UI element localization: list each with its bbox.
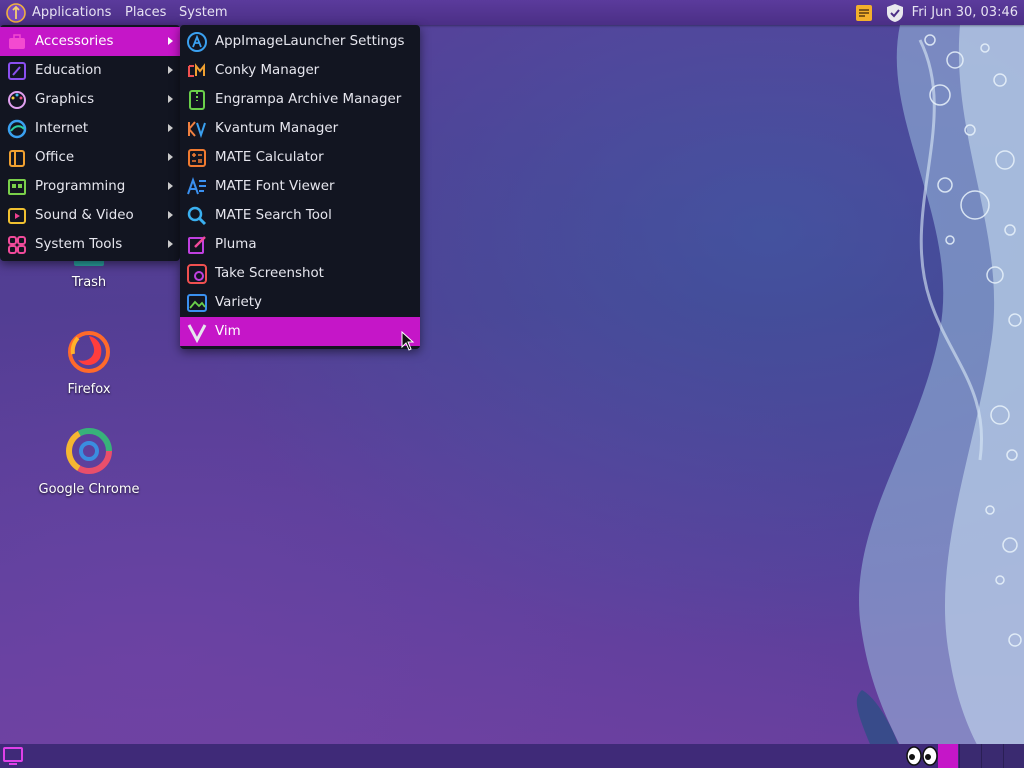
submenu-arrow-icon bbox=[168, 182, 173, 190]
menu-item-mate-search-tool[interactable]: MATE Search Tool bbox=[180, 201, 420, 230]
menu-category-education[interactable]: Education bbox=[0, 56, 180, 85]
firefox-icon bbox=[68, 331, 110, 373]
conky-icon bbox=[186, 60, 208, 82]
menu-category-label: Internet bbox=[35, 121, 89, 136]
menu-category-label: Programming bbox=[35, 179, 126, 194]
menu-category-label: Education bbox=[35, 63, 102, 78]
menu-item-mate-font-viewer[interactable]: MATE Font Viewer bbox=[180, 172, 420, 201]
variety-icon bbox=[186, 292, 208, 314]
submenu-arrow-icon bbox=[168, 211, 173, 219]
eyes-applet-icon[interactable] bbox=[905, 746, 939, 766]
menu-category-accessories[interactable]: Accessories bbox=[0, 27, 180, 56]
sound-video-icon bbox=[6, 205, 28, 227]
screenshot-icon bbox=[186, 263, 208, 285]
menu-item-label: Pluma bbox=[215, 237, 257, 252]
menu-item-label: MATE Font Viewer bbox=[215, 179, 335, 194]
menu-category-office[interactable]: Office bbox=[0, 143, 180, 172]
menu-category-label: Office bbox=[35, 150, 75, 165]
desktop-icon-label: Google Chrome bbox=[38, 482, 140, 497]
graphics-icon bbox=[6, 89, 28, 111]
menu-item-appimagelauncher-settings[interactable]: AppImageLauncher Settings bbox=[180, 27, 420, 56]
workspace-2[interactable] bbox=[959, 744, 981, 768]
menu-item-label: MATE Search Tool bbox=[215, 208, 332, 223]
show-desktop-icon[interactable] bbox=[3, 747, 23, 765]
system-tray: Fri Jun 30, 03:46 bbox=[854, 0, 1024, 25]
menu-item-label: Conky Manager bbox=[215, 63, 320, 78]
accessories-submenu: AppImageLauncher Settings Conky Manager … bbox=[180, 25, 420, 349]
menu-category-programming[interactable]: Programming bbox=[0, 172, 180, 201]
menu-item-vim[interactable]: Vim bbox=[180, 317, 420, 346]
security-shield-icon[interactable] bbox=[886, 3, 904, 23]
menu-item-label: Variety bbox=[215, 295, 262, 310]
menu-item-label: Kvantum Manager bbox=[215, 121, 339, 136]
font-viewer-icon bbox=[186, 176, 208, 198]
appimagelauncher-icon bbox=[186, 31, 208, 53]
menu-category-internet[interactable]: Internet bbox=[0, 114, 180, 143]
menu-item-label: Take Screenshot bbox=[215, 266, 324, 281]
submenu-arrow-icon bbox=[168, 66, 173, 74]
menu-item-label: AppImageLauncher Settings bbox=[215, 34, 405, 49]
submenu-arrow-icon bbox=[168, 124, 173, 132]
internet-icon bbox=[6, 118, 28, 140]
clock[interactable]: Fri Jun 30, 03:46 bbox=[912, 5, 1018, 20]
chrome-icon bbox=[66, 428, 112, 474]
menu-item-take-screenshot[interactable]: Take Screenshot bbox=[180, 259, 420, 288]
accessories-icon bbox=[6, 31, 28, 53]
applications-logo-icon bbox=[6, 2, 26, 23]
menu-category-label: Accessories bbox=[35, 34, 114, 49]
bottom-panel bbox=[0, 744, 1024, 768]
menu-item-mate-calculator[interactable]: MATE Calculator bbox=[180, 143, 420, 172]
menu-item-label: Vim bbox=[215, 324, 241, 339]
menu-category-label: Graphics bbox=[35, 92, 95, 107]
menu-item-label: Engrampa Archive Manager bbox=[215, 92, 402, 107]
programming-icon bbox=[6, 176, 28, 198]
office-icon bbox=[6, 147, 28, 169]
applications-menu-button[interactable]: Applications bbox=[6, 0, 111, 25]
workspace-3[interactable] bbox=[981, 744, 1003, 768]
menu-item-engrampa-archive-manager[interactable]: Engrampa Archive Manager bbox=[180, 85, 420, 114]
menu-item-variety[interactable]: Variety bbox=[180, 288, 420, 317]
menu-category-graphics[interactable]: Graphics bbox=[0, 85, 180, 114]
kvantum-icon bbox=[186, 118, 208, 140]
applications-category-menu: Accessories Education Graphics Internet … bbox=[0, 25, 180, 261]
vim-icon bbox=[186, 321, 208, 343]
menu-category-label: System Tools bbox=[35, 237, 123, 252]
calculator-icon bbox=[186, 147, 208, 169]
desktop-icon-chrome[interactable]: Google Chrome bbox=[34, 426, 144, 497]
menu-item-pluma[interactable]: Pluma bbox=[180, 230, 420, 259]
search-icon bbox=[186, 205, 208, 227]
submenu-arrow-icon bbox=[168, 240, 173, 248]
submenu-arrow-icon bbox=[168, 95, 173, 103]
system-tools-icon bbox=[6, 234, 28, 256]
workspace-4[interactable] bbox=[1003, 744, 1024, 768]
desktop-icon-label: Firefox bbox=[67, 382, 111, 397]
education-icon bbox=[6, 60, 28, 82]
desktop-icon-firefox[interactable]: Firefox bbox=[34, 326, 144, 397]
applications-label: Applications bbox=[32, 5, 112, 20]
menu-item-label: MATE Calculator bbox=[215, 150, 324, 165]
notes-icon[interactable] bbox=[854, 3, 874, 23]
pluma-icon bbox=[186, 234, 208, 256]
submenu-arrow-icon bbox=[168, 153, 173, 161]
top-panel: Applications Places System Fri Jun 30, 0… bbox=[0, 0, 1024, 25]
places-menu-button[interactable]: Places bbox=[125, 0, 166, 25]
menu-item-kvantum-manager[interactable]: Kvantum Manager bbox=[180, 114, 420, 143]
submenu-arrow-icon bbox=[168, 37, 173, 45]
menu-category-sound-video[interactable]: Sound & Video bbox=[0, 201, 180, 230]
system-menu-button[interactable]: System bbox=[179, 0, 227, 25]
workspace-1[interactable] bbox=[938, 744, 958, 768]
mouse-cursor-icon bbox=[401, 331, 415, 351]
desktop-icon-label: Trash bbox=[71, 275, 107, 290]
archive-icon bbox=[186, 89, 208, 111]
menu-category-label: Sound & Video bbox=[35, 208, 134, 223]
menu-category-system-tools[interactable]: System Tools bbox=[0, 230, 180, 259]
menu-item-conky-manager[interactable]: Conky Manager bbox=[180, 56, 420, 85]
